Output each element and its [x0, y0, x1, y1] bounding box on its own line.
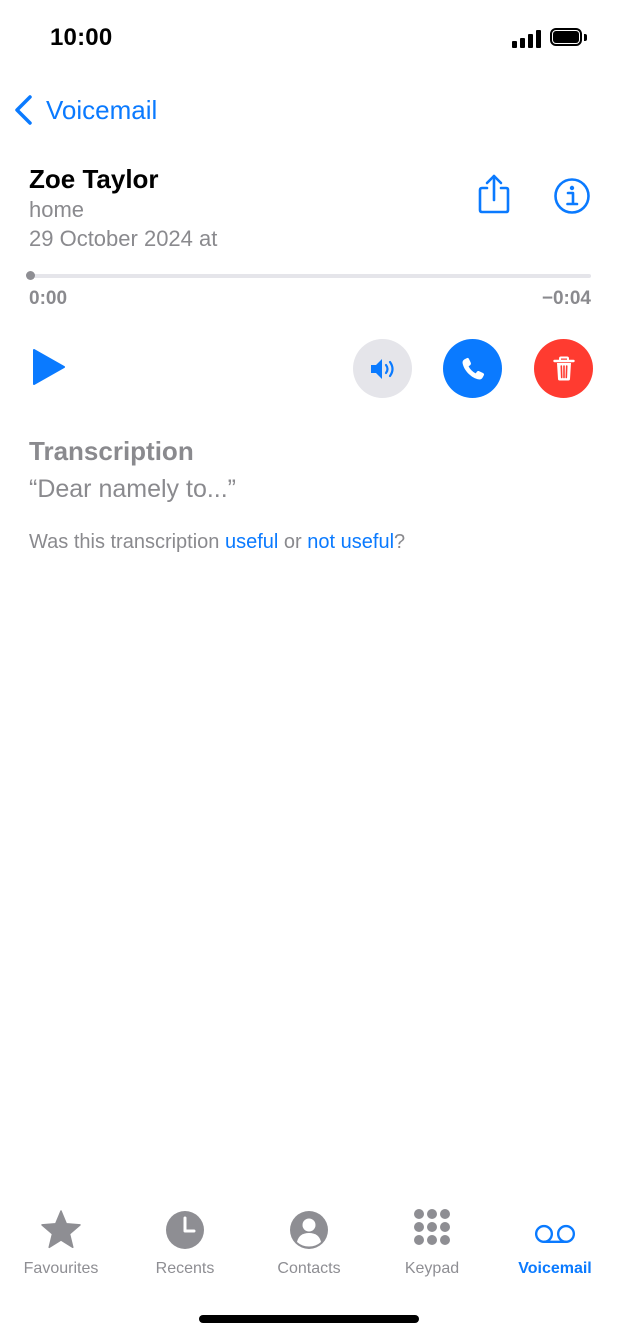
delete-button[interactable]	[534, 339, 593, 398]
caller-name: Zoe Taylor	[29, 164, 159, 194]
tab-label: Keypad	[404, 1260, 460, 1277]
voicemail-icon	[533, 1208, 577, 1252]
feedback-prefix: Was this transcription	[29, 531, 225, 553]
tab-label: Contacts	[277, 1260, 341, 1277]
play-button[interactable]	[28, 346, 68, 388]
info-icon	[554, 178, 590, 214]
star-icon	[39, 1208, 83, 1252]
person-circle-icon	[287, 1208, 331, 1252]
tab-label: Recents	[155, 1260, 215, 1277]
cellular-signal-icon	[512, 30, 542, 48]
feedback-or: or	[278, 531, 308, 553]
home-indicator	[199, 1315, 419, 1323]
share-icon	[478, 174, 510, 214]
phone-icon	[462, 357, 484, 379]
call-back-button[interactable]	[443, 339, 502, 398]
transcription-feedback: Was this transcription useful or not use…	[29, 531, 405, 554]
tab-voicemail[interactable]: Voicemail	[500, 1208, 610, 1278]
tab-contacts[interactable]: Contacts	[254, 1208, 364, 1278]
useful-link[interactable]: useful	[225, 531, 278, 553]
tab-label: Favourites	[23, 1260, 99, 1277]
back-label: Voicemail	[46, 94, 158, 125]
tab-favourites[interactable]: Favourites	[6, 1208, 116, 1278]
elapsed-time: 0:00	[29, 288, 68, 309]
voicemail-date: 29 October 2024 at	[29, 226, 218, 251]
feedback-suffix: ?	[394, 531, 406, 553]
battery-icon	[550, 28, 588, 48]
transcription-text: “Dear namely to...”	[29, 475, 237, 503]
trash-icon	[552, 356, 575, 380]
keypad-icon	[410, 1208, 454, 1252]
clock-icon	[163, 1208, 207, 1252]
not-useful-link[interactable]: not useful	[307, 531, 394, 553]
share-button[interactable]	[474, 172, 514, 216]
transcription-heading: Transcription	[29, 436, 194, 466]
tab-label: Voicemail	[518, 1260, 592, 1277]
status-time: 10:00	[50, 24, 113, 51]
info-button[interactable]	[552, 176, 592, 216]
playback-progress-track[interactable]	[29, 274, 591, 278]
remaining-time: −0:04	[541, 288, 591, 309]
speaker-icon	[370, 358, 394, 379]
tab-keypad[interactable]: Keypad	[377, 1208, 487, 1278]
playback-scrubber[interactable]	[26, 271, 35, 280]
tab-bar: Favourites Recents Contacts Keypad Voice…	[0, 1208, 618, 1288]
chevron-left-icon	[15, 95, 32, 125]
tab-recents[interactable]: Recents	[130, 1208, 240, 1278]
play-icon	[33, 349, 65, 385]
back-button[interactable]: Voicemail	[12, 92, 157, 128]
speaker-button[interactable]	[353, 339, 412, 398]
caller-label: home	[29, 197, 85, 222]
